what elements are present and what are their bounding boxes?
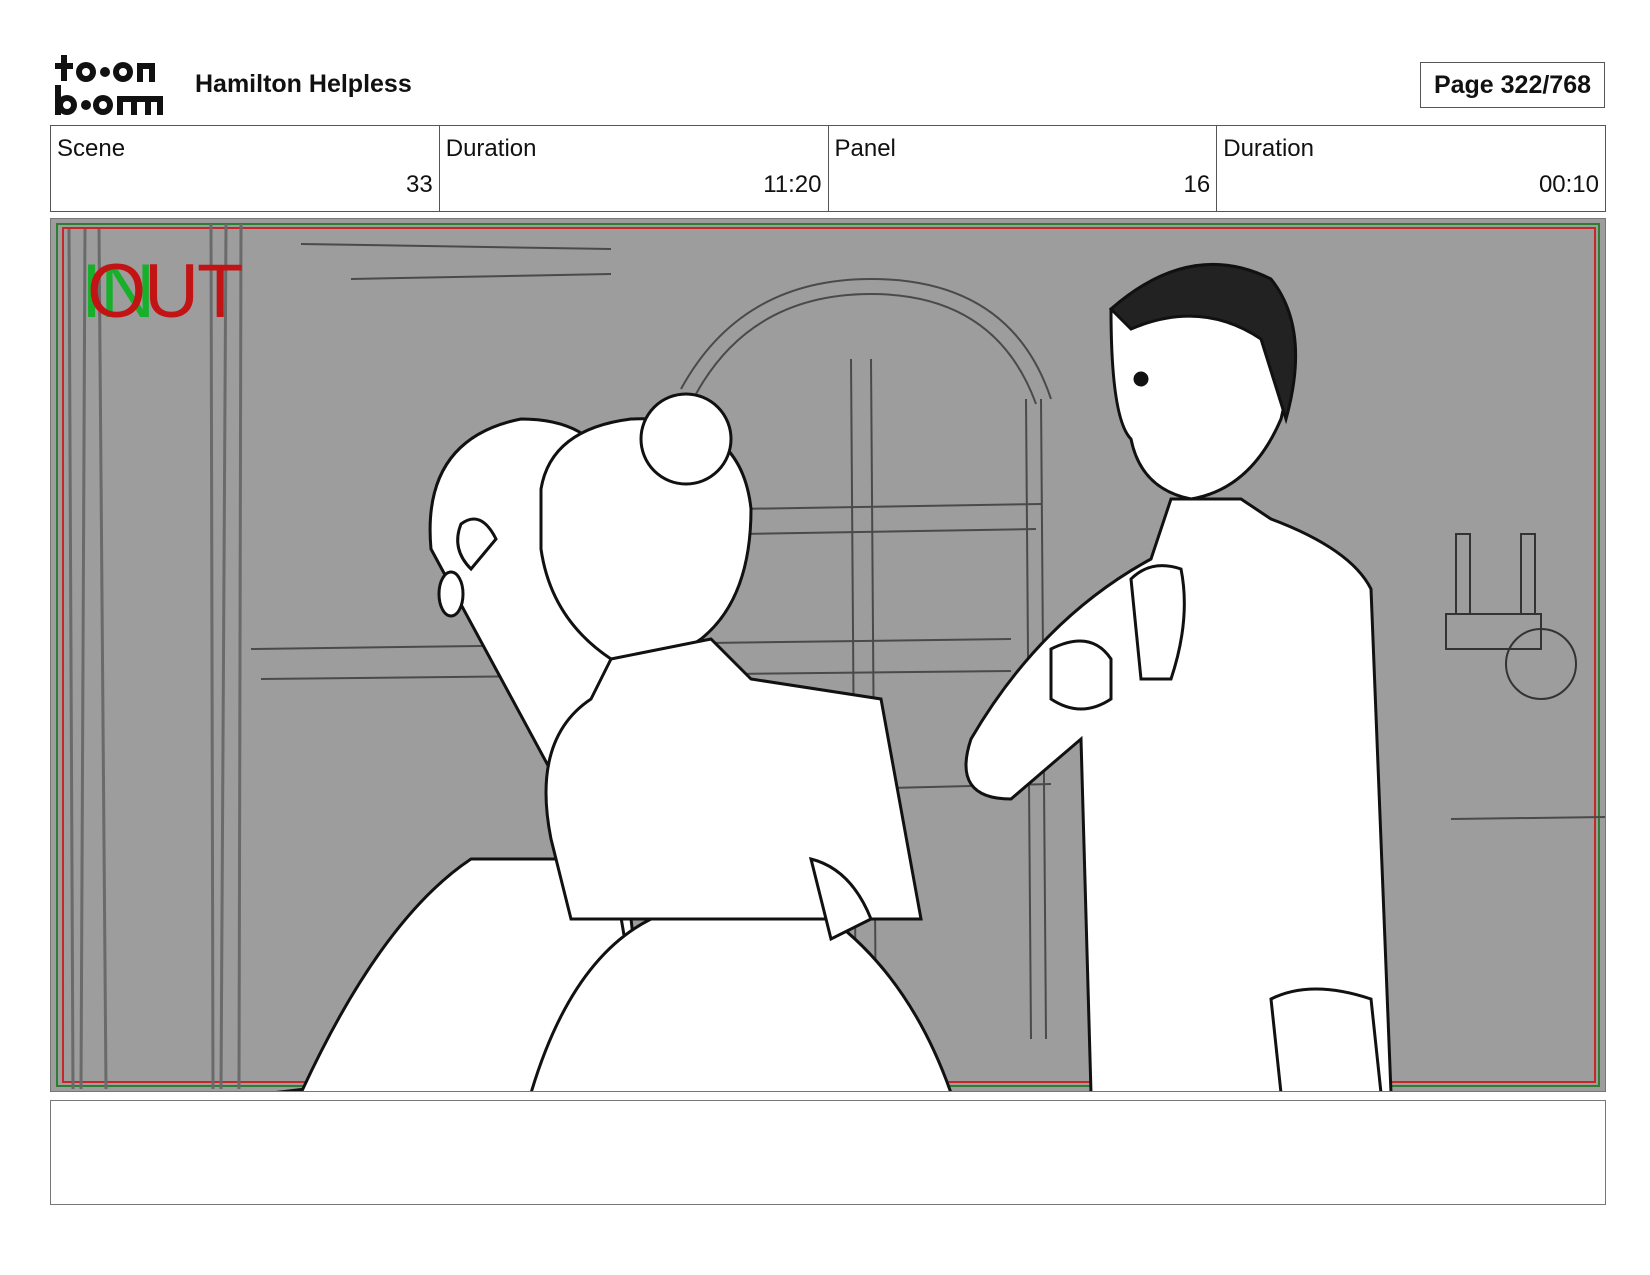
panel-sketch	[56, 223, 1605, 1091]
page-indicator: Page 322/768	[1420, 62, 1605, 108]
scene-label: Scene	[57, 135, 126, 162]
scene-cell: Scene 33	[51, 126, 440, 211]
panel-duration-label: Duration	[1223, 135, 1314, 162]
panel-cell: Panel 16	[829, 126, 1218, 211]
panel-duration-value: 00:10	[1538, 171, 1599, 198]
panel-notes-box[interactable]	[50, 1100, 1606, 1205]
panel-label: Panel	[834, 135, 896, 162]
panel-duration-cell: Duration 00:10	[1217, 126, 1605, 211]
storyboard-panel: IN OUT	[50, 218, 1606, 1092]
scene-duration-label: Duration	[445, 135, 537, 162]
toon-boom-logo	[53, 55, 171, 117]
out-marker: OUT	[87, 249, 243, 334]
scene-duration-value: 11:20	[763, 171, 822, 198]
scene-value: 33	[406, 171, 433, 198]
scene-duration-cell: Duration 11:20	[440, 126, 829, 211]
panel-value: 16	[1183, 171, 1211, 198]
scene-info-table: Scene 33 Duration 11:20 Panel 16 Duratio…	[50, 125, 1606, 212]
project-title: Hamilton Helpless	[195, 70, 412, 98]
